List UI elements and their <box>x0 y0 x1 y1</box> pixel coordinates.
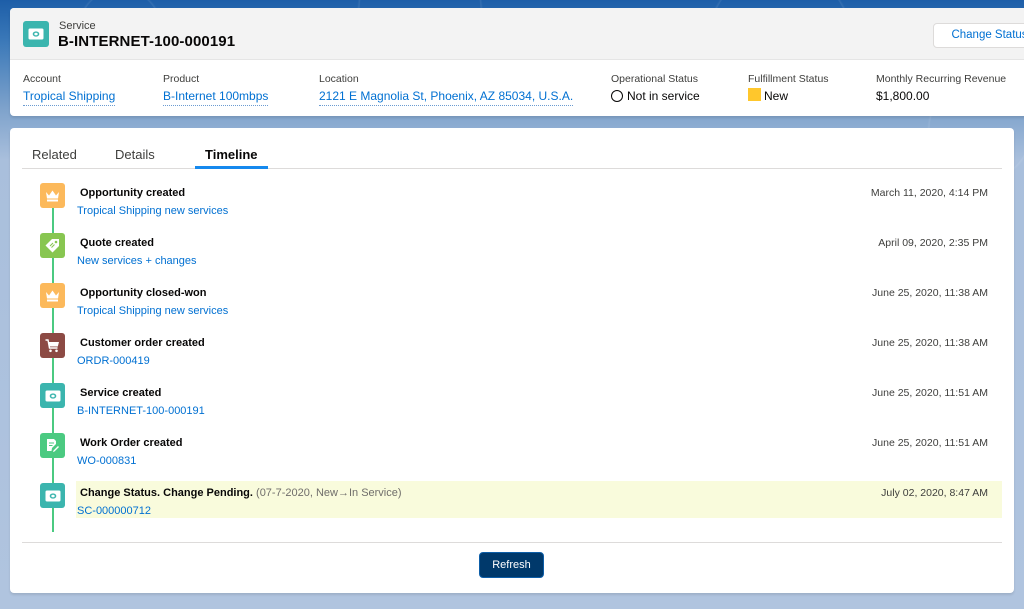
timeline-item-title: Change Status. Change Pending. (07-7-202… <box>80 487 402 499</box>
footer-divider <box>22 542 1002 543</box>
timeline-item-link[interactable]: Tropical Shipping new services <box>77 305 228 317</box>
timeline-item: Quote created New services + changes Apr… <box>10 219 1014 267</box>
record-title: B-INTERNET-100-000191 <box>58 33 236 50</box>
tab-related[interactable]: Related <box>32 147 77 162</box>
timeline-item-link[interactable]: New services + changes <box>77 255 197 267</box>
timeline-item-title: Service created <box>80 387 162 399</box>
record-type-label: Service <box>59 20 96 32</box>
timeline-item-date: April 09, 2020, 2:35 PM <box>878 237 988 249</box>
timeline-item-title: Customer order created <box>80 337 205 349</box>
timeline-item-highlighted: Change Status. Change Pending. (07-7-202… <box>10 469 1014 518</box>
timeline-item-link[interactable]: Tropical Shipping new services <box>77 205 228 217</box>
cart-icon <box>40 333 65 358</box>
timeline-item-subtitle: (07-7-2020, New→In Service) <box>256 487 402 499</box>
opportunity-crown-icon <box>40 183 65 208</box>
service-icon <box>40 483 65 508</box>
field-label: Monthly Recurring Revenue <box>876 73 1007 85</box>
timeline-item-link[interactable]: B-INTERNET-100-000191 <box>77 405 205 417</box>
timeline-item-date: June 25, 2020, 11:51 AM <box>872 437 988 449</box>
field-product: Product B-Internet 100mbps <box>163 73 269 106</box>
yellow-square-icon <box>748 88 761 101</box>
work-order-icon <box>40 433 65 458</box>
timeline-item-link[interactable]: SC-000000712 <box>77 505 151 517</box>
field-label: Product <box>163 73 200 85</box>
field-label: Account <box>23 73 61 85</box>
account-link[interactable]: Tropical Shipping <box>23 88 116 106</box>
mrr-value: $1,800.00 <box>876 89 930 103</box>
operational-status-value: Not in service <box>627 89 700 103</box>
quote-tag-icon <box>40 233 65 258</box>
opportunity-crown-icon <box>40 283 65 308</box>
field-label: Fulfillment Status <box>748 73 829 85</box>
timeline-item-title-text: Change Status. Change Pending. <box>80 487 253 499</box>
tab-details[interactable]: Details <box>115 147 155 162</box>
timeline-item: Work Order created WO-000831 June 25, 20… <box>10 419 1014 467</box>
product-link[interactable]: B-Internet 100mbps <box>163 88 269 106</box>
timeline-item-date: March 11, 2020, 4:14 PM <box>870 187 988 199</box>
timeline-item-date: July 02, 2020, 8:47 AM <box>881 487 988 499</box>
timeline-item: Service created B-INTERNET-100-000191 Ju… <box>10 369 1014 417</box>
timeline-item-date: June 25, 2020, 11:38 AM <box>872 337 988 349</box>
record-header: Service B-INTERNET-100-000191 Change Sta… <box>10 8 1024 60</box>
timeline-item-date: June 25, 2020, 11:38 AM <box>872 287 988 299</box>
timeline-item: Customer order created ORDR-000419 June … <box>10 319 1014 367</box>
timeline-item: Opportunity created Tropical Shipping ne… <box>10 169 1014 217</box>
timeline-item-title: Quote created <box>80 237 154 249</box>
field-label: Operational Status <box>611 73 698 85</box>
tab-timeline[interactable]: Timeline <box>205 147 258 162</box>
record-highlights-panel: Service B-INTERNET-100-000191 Change Sta… <box>10 8 1024 116</box>
field-account: Account Tropical Shipping <box>23 73 116 106</box>
timeline-item-title: Work Order created <box>80 437 183 449</box>
field-mrr: Monthly Recurring Revenue $1,800.00 <box>876 73 1006 104</box>
timeline-item-link[interactable]: ORDR-000419 <box>77 355 150 367</box>
timeline-item-date: June 25, 2020, 11:51 AM <box>872 387 988 399</box>
timeline-item-title: Opportunity closed-won <box>80 287 207 299</box>
field-location: Location 2121 E Magnolia St, Phoenix, AZ… <box>319 73 574 106</box>
timeline-item-link[interactable]: WO-000831 <box>77 455 136 467</box>
field-operational-status: Operational Status Not in service <box>611 73 700 104</box>
location-link[interactable]: 2121 E Magnolia St, Phoenix, AZ 85034, U… <box>319 88 574 106</box>
field-label: Location <box>319 73 359 85</box>
timeline-item: Opportunity closed-won Tropical Shipping… <box>10 269 1014 317</box>
timeline-item-title: Opportunity created <box>80 187 186 199</box>
refresh-button[interactable]: Refresh <box>479 552 544 578</box>
timeline-card: Related Details Timeline Opportunity cre… <box>10 128 1014 593</box>
empty-circle-icon <box>611 90 623 102</box>
service-icon <box>40 383 65 408</box>
tab-bar: Related Details Timeline <box>22 128 1002 169</box>
highlight-fields: Account Tropical Shipping Product B-Inte… <box>10 60 1024 116</box>
change-status-button[interactable]: Change Status <box>933 23 1024 48</box>
service-icon <box>23 21 49 47</box>
field-fulfillment-status: Fulfillment Status New <box>748 73 829 104</box>
fulfillment-status-value: New <box>764 89 789 103</box>
